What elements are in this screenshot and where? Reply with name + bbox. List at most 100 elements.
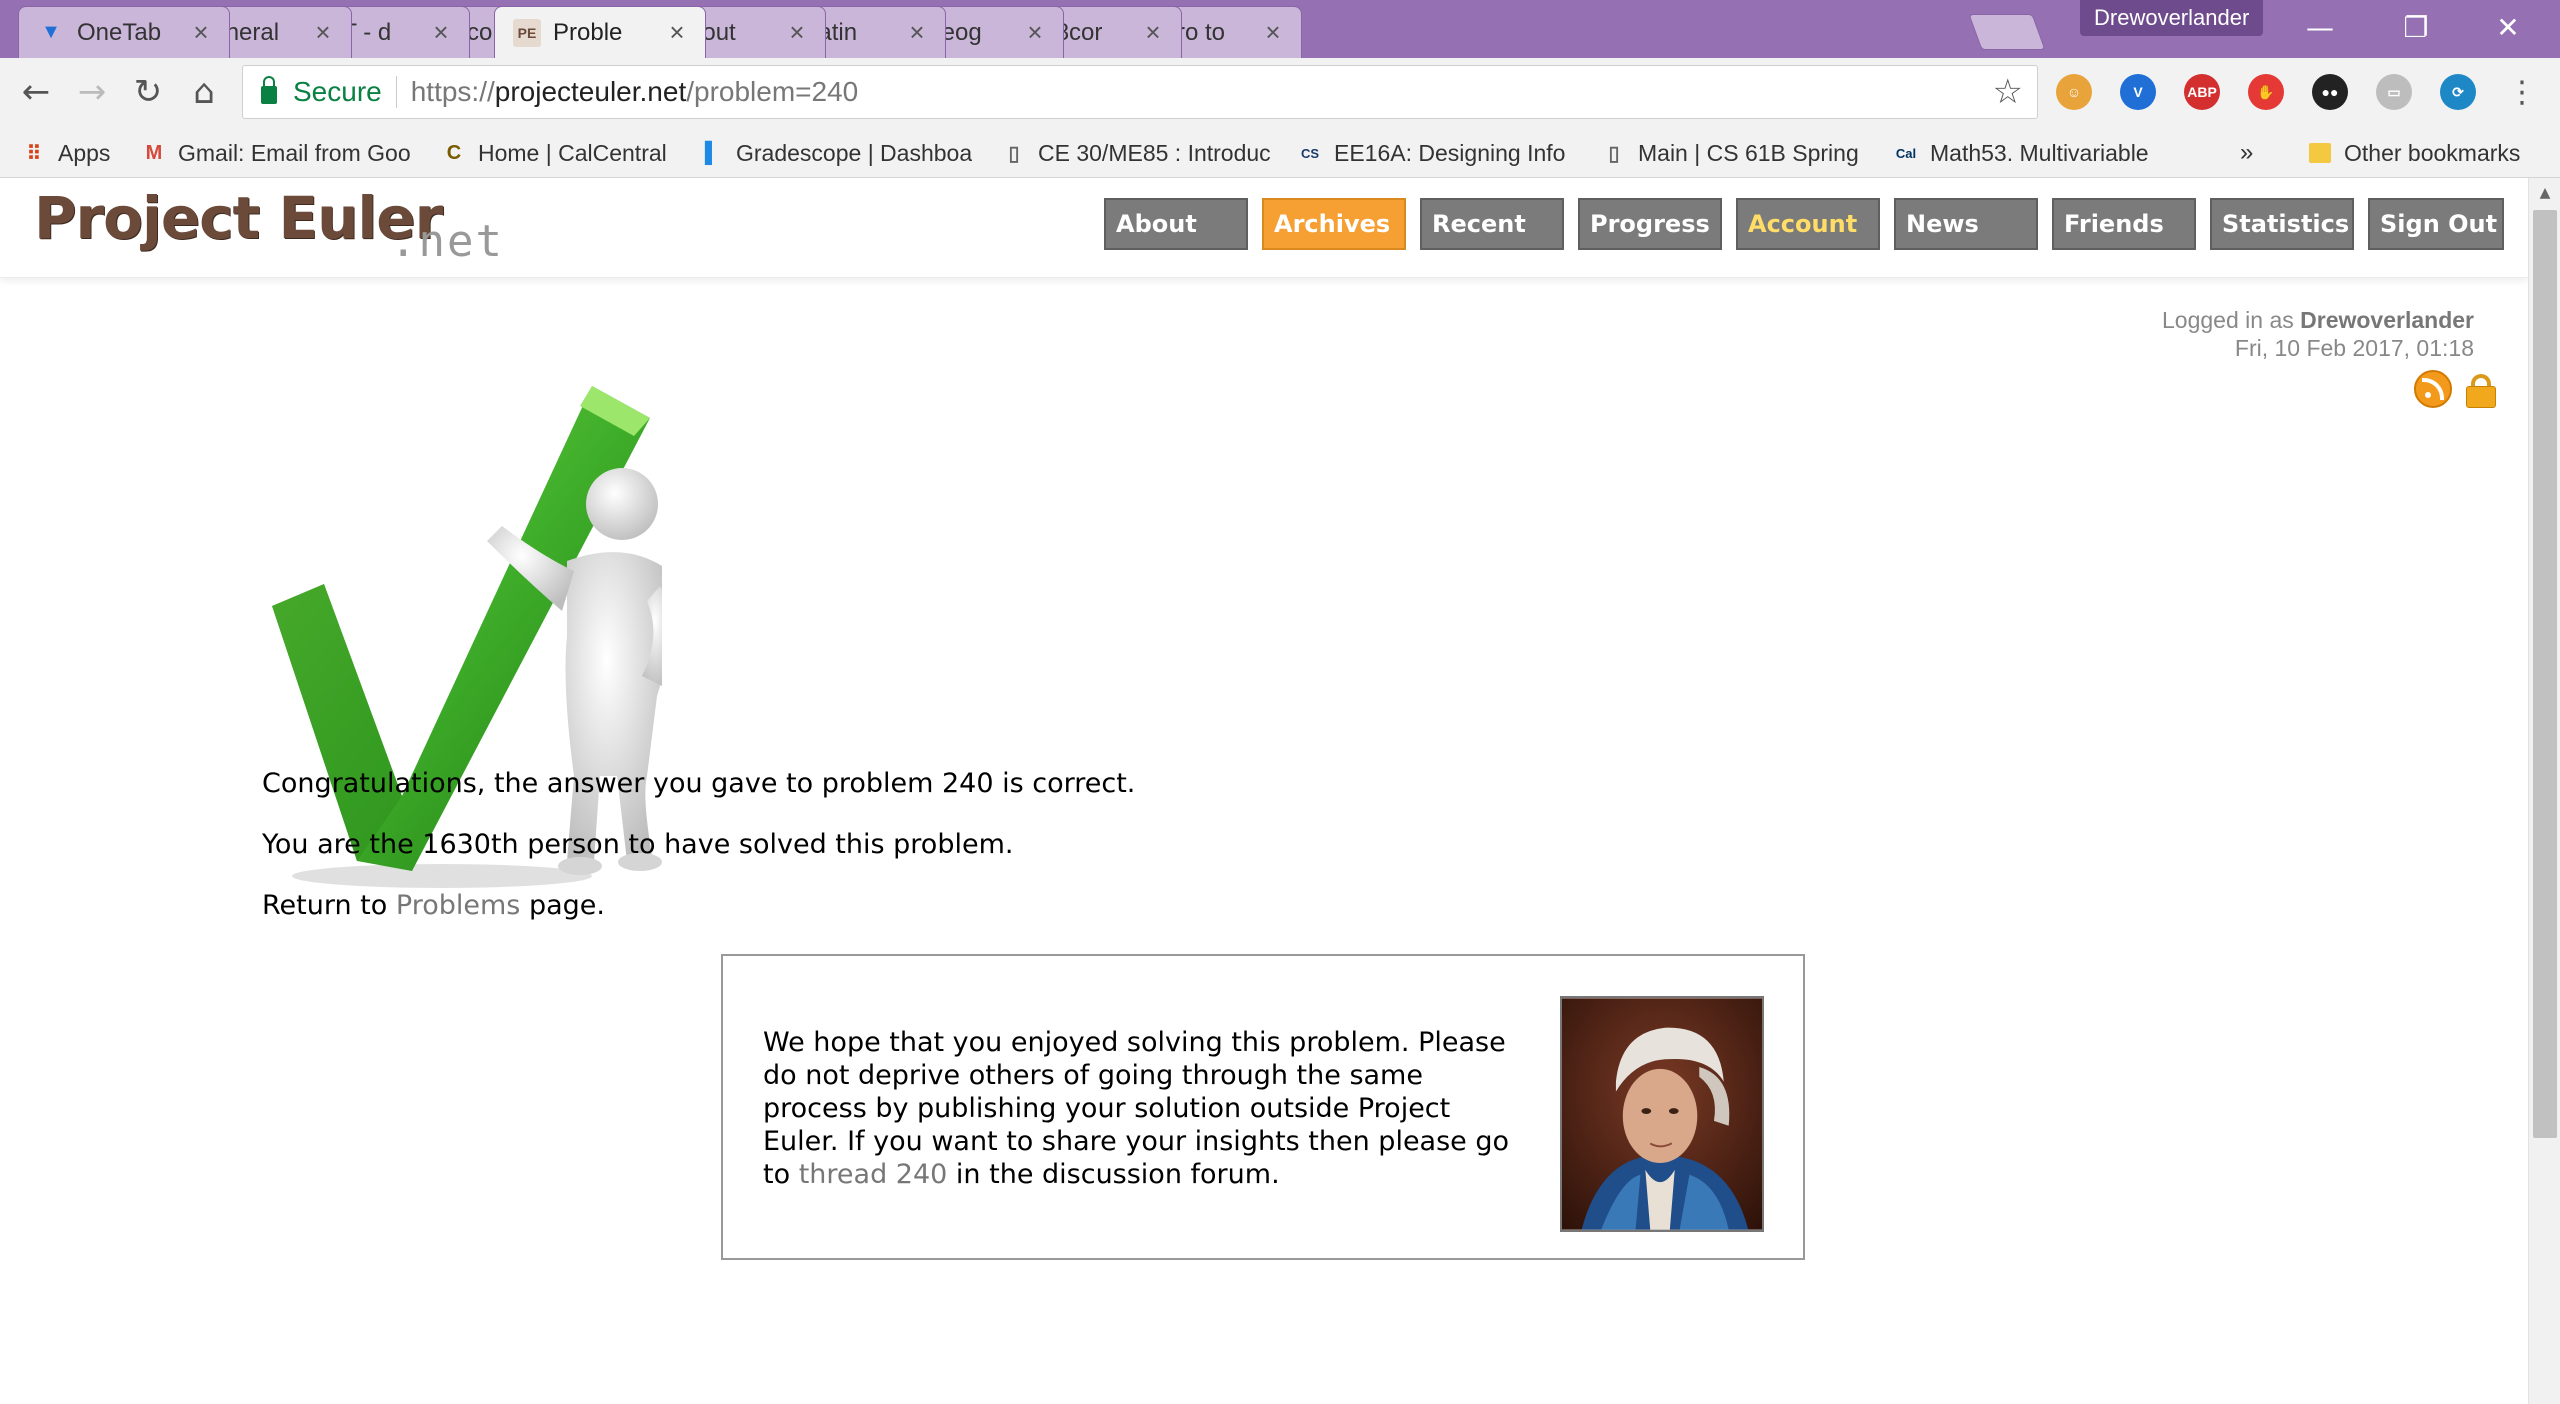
bookmark-item[interactable]: M Gmail: Email from Goo: [140, 136, 420, 170]
apps-grid-icon: ⠿: [26, 142, 42, 165]
minimize-icon: —: [2306, 10, 2334, 44]
tab-title: Proble: [553, 18, 623, 46]
scroll-up-arrow-icon[interactable]: ▲: [2529, 178, 2560, 208]
new-tab-button[interactable]: [1968, 14, 2046, 50]
tampermonkey-icon[interactable]: ●●: [2312, 74, 2348, 110]
bookmark-label: Math53. Multivariable: [1930, 139, 2149, 166]
back-arrow-icon: ←: [21, 72, 51, 112]
project-euler-logo[interactable]: Project Euler .net: [34, 184, 502, 267]
close-tab-icon[interactable]: ×: [1139, 17, 1167, 48]
bookmark-item[interactable]: ⠿ Apps: [20, 136, 120, 170]
share-notice-text: We hope that you enjoyed solving this pr…: [763, 1026, 1523, 1191]
nav-statistics[interactable]: Statistics: [2210, 198, 2354, 250]
address-bar[interactable]: Secure https://projecteuler.net/problem=…: [242, 65, 2038, 119]
minimize-button[interactable]: —: [2290, 4, 2350, 50]
euler-portrait: [1560, 996, 1764, 1232]
bookmark-label: Home | CalCentral: [478, 139, 667, 166]
forward-button[interactable]: →: [70, 70, 114, 114]
login-datetime: Fri, 10 Feb 2017, 01:18: [2234, 335, 2474, 361]
menu-button[interactable]: ⋮: [2500, 70, 2544, 114]
cs-icon: CS: [1300, 145, 1320, 161]
bookmark-label: Gmail: Email from Goo: [178, 139, 411, 166]
forward-arrow-icon: →: [77, 72, 107, 112]
bookmarks-overflow-button[interactable]: »: [2240, 136, 2253, 170]
bookmark-item[interactable]: Cal Math53. Multivariable: [1892, 136, 2182, 170]
sync-icon[interactable]: ⟳: [2440, 74, 2476, 110]
bookmark-item[interactable]: ▯ CE 30/ME85 : Introduc: [1000, 136, 1282, 170]
nav-friends[interactable]: Friends: [2052, 198, 2196, 250]
url-text[interactable]: https://projecteuler.net/problem=240: [411, 76, 859, 108]
secure-login-lock-icon[interactable]: [2466, 374, 2496, 408]
back-button[interactable]: ←: [14, 70, 58, 114]
close-tab-icon[interactable]: ×: [427, 17, 455, 48]
close-window-button[interactable]: ✕: [2478, 4, 2538, 50]
home-icon: ⌂: [193, 72, 215, 112]
correct-checkmark-icon: [272, 386, 662, 888]
browser-toolbar: ← → ↻ ⌂ Secure https://projecteuler.net/…: [0, 58, 2560, 128]
bookmark-star-icon[interactable]: ☆: [1993, 72, 2023, 112]
bookmarks-bar: ⠿ Apps M Gmail: Email from Goo C Home | CalCe…: [0, 128, 2560, 178]
document-icon: ▯: [1608, 142, 1620, 165]
home-button[interactable]: ⌂: [182, 70, 226, 114]
url-path: /problem=240: [686, 76, 859, 107]
url-host: projecteuler.net: [494, 76, 687, 107]
rss-feed-icon[interactable]: [2414, 370, 2452, 408]
page-content: Project Euler .net About Archives Recent Pr…: [0, 178, 2528, 1404]
solved-count-message: You are the 1630th person to have solved…: [262, 829, 1014, 860]
calcentral-icon: C: [446, 141, 462, 164]
folder-icon: [2306, 139, 2334, 167]
return-message: Return to Problems page.: [262, 890, 605, 921]
reload-button[interactable]: ↻: [126, 70, 170, 114]
nav-recent[interactable]: Recent: [1420, 198, 1564, 250]
login-info: Logged in as Drewoverlander Fri, 10 Feb …: [2162, 306, 2474, 362]
logo-suffix-text: .net: [390, 216, 504, 267]
nav-account[interactable]: Account: [1736, 198, 1880, 250]
scroll-thumb[interactable]: [2533, 210, 2557, 1138]
nav-about[interactable]: About: [1104, 198, 1248, 250]
nav-news[interactable]: News: [1894, 198, 2038, 250]
onetab-icon: ▼: [41, 21, 61, 43]
secure-lock-icon: [261, 76, 277, 104]
bookmark-item[interactable]: C Home | CalCentral: [440, 136, 680, 170]
bookmark-item[interactable]: ▌ Gradescope | Dashboa: [698, 136, 988, 170]
problems-link[interactable]: Problems: [396, 890, 520, 921]
close-tab-icon[interactable]: ×: [1259, 17, 1287, 48]
close-tab-icon[interactable]: ×: [903, 17, 931, 48]
other-bookmarks-label: Other bookmarks: [2344, 139, 2521, 166]
tab-1[interactable]: ▼ OneTab ×: [18, 6, 230, 58]
close-tab-icon[interactable]: ×: [187, 17, 215, 48]
close-tab-icon[interactable]: ×: [309, 17, 337, 48]
bar-chart-icon: ▌: [704, 141, 720, 164]
thread-link[interactable]: thread 240: [799, 1159, 948, 1190]
close-tab-icon[interactable]: ×: [1021, 17, 1049, 48]
site-header: Project Euler .net About Archives Recent Pr…: [0, 178, 2528, 278]
restore-button[interactable]: ❐: [2386, 4, 2446, 50]
tab-5[interactable]: PE Proble ×: [494, 6, 706, 58]
document-icon: ▯: [1008, 142, 1020, 165]
tab-strip: ▼OneTab×#general×MGIT - d×▯git con×PEPro…: [0, 0, 2560, 58]
logo-main-text: Project Euler: [34, 184, 443, 252]
bookmark-item[interactable]: CS EE16A: Designing Info: [1296, 136, 1578, 170]
face-extension-icon[interactable]: ☺: [2056, 74, 2092, 110]
url-separator: [395, 76, 397, 108]
close-tab-icon[interactable]: ×: [663, 17, 691, 48]
vertical-scrollbar[interactable]: ▲: [2528, 178, 2560, 1404]
kebab-menu-icon: ⋮: [2507, 74, 2537, 110]
username[interactable]: Drewoverlander: [2300, 307, 2474, 333]
close-tab-icon[interactable]: ×: [783, 17, 811, 48]
nav-sign-out[interactable]: Sign Out: [2368, 198, 2504, 250]
login-prefix: Logged in as: [2162, 307, 2294, 333]
vivaldi-v-icon[interactable]: V: [2120, 74, 2156, 110]
secure-indicator[interactable]: Secure: [243, 76, 382, 108]
other-bookmarks-folder[interactable]: Other bookmarks: [2306, 136, 2520, 170]
cast-icon[interactable]: ▭: [2376, 74, 2412, 110]
chevron-double-right-icon: »: [2240, 139, 2254, 166]
ublock-icon[interactable]: ✋: [2248, 74, 2284, 110]
nav-progress[interactable]: Progress: [1578, 198, 1722, 250]
profile-badge[interactable]: Drewoverlander: [2080, 0, 2264, 36]
share-text-end: in the discussion forum.: [955, 1159, 1280, 1190]
congratulations-message: Congratulations, the answer you gave to …: [262, 768, 1136, 799]
bookmark-item[interactable]: ▯ Main | CS 61B Spring: [1600, 136, 1872, 170]
adblock-icon[interactable]: ABP: [2184, 74, 2220, 110]
nav-archives[interactable]: Archives: [1262, 198, 1406, 250]
